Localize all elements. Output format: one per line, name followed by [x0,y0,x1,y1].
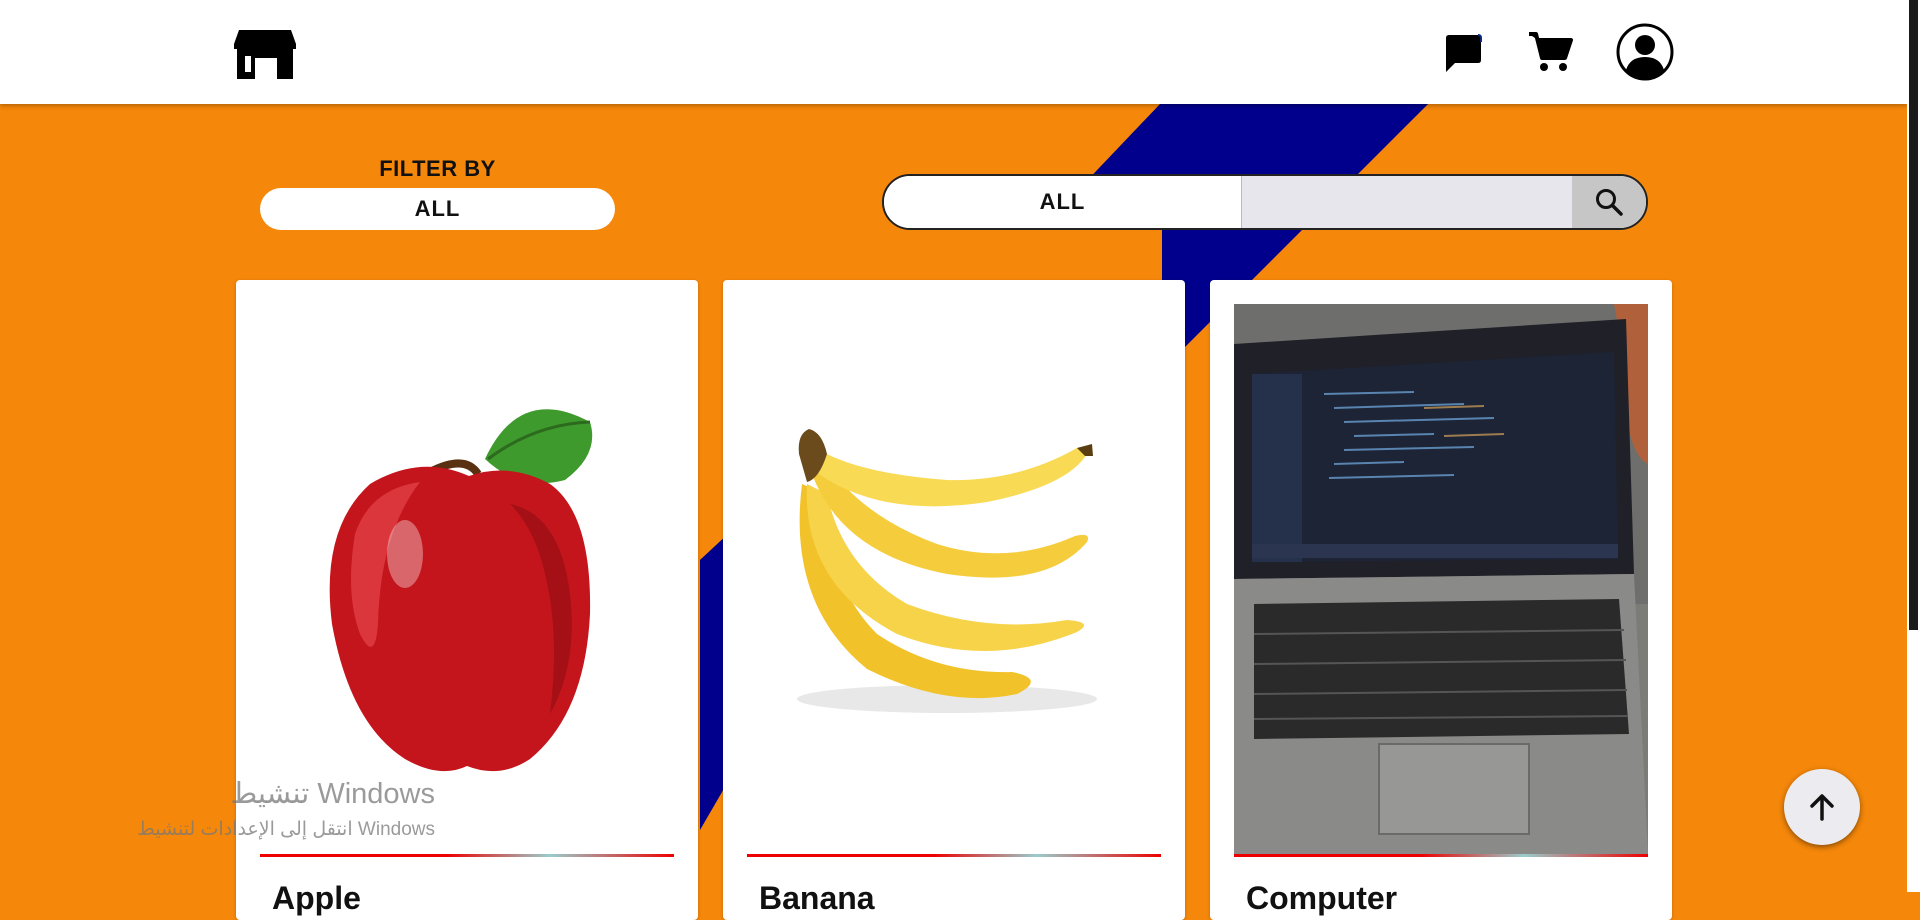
card-divider [747,854,1161,857]
top-navbar [0,0,1907,104]
card-divider [260,854,674,857]
windows-activation-hint: انتقل إلى الإعدادات لتنشيط Windows [137,819,435,840]
cart-icon[interactable] [1527,30,1573,74]
card-divider [1234,854,1648,857]
filter-dropdown[interactable]: ALL [260,188,615,230]
product-title[interactable]: Apple [272,880,361,917]
search-bar: ALL [882,174,1648,230]
product-title[interactable]: Computer [1246,880,1397,917]
search-category-dropdown[interactable]: ALL [884,176,1242,228]
filter-label: FILTER BY [379,156,496,181]
search-icon [1596,189,1623,216]
storefront-icon[interactable] [233,28,297,80]
product-image-laptop[interactable] [1234,304,1648,854]
product-title[interactable]: Banana [759,880,875,917]
product-card[interactable]: Banana [723,280,1185,920]
scrollbar-thumb[interactable] [1909,0,1918,630]
search-button[interactable] [1572,176,1646,228]
chat-bubble-icon[interactable] [1441,32,1483,74]
windows-activation-watermark: تنشيط Windows [230,778,435,810]
product-image-banana[interactable] [747,304,1161,854]
search-input[interactable] [1242,176,1572,228]
product-image-apple[interactable] [260,304,674,854]
arrow-up-icon [1810,794,1834,821]
scroll-to-top-button[interactable] [1784,769,1860,845]
product-card[interactable]: Computer [1210,280,1672,920]
user-profile-icon[interactable] [1616,23,1674,81]
